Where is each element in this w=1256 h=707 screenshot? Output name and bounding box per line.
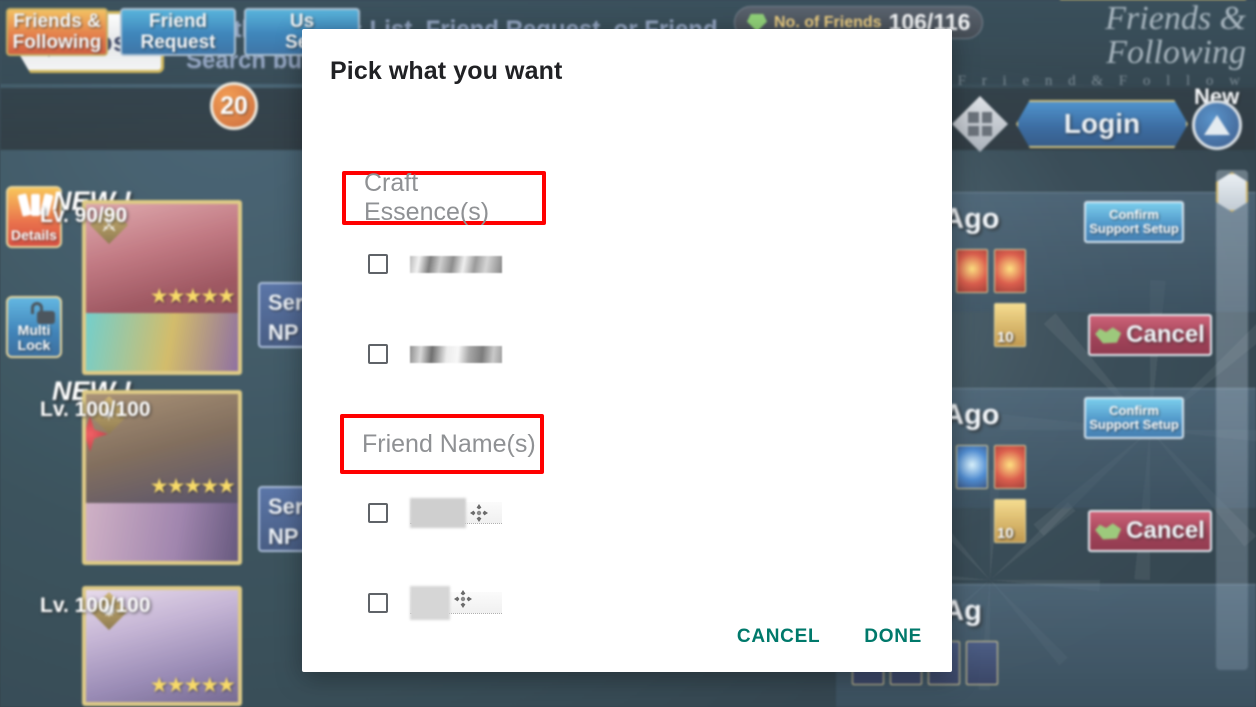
checkbox-friend-name-1[interactable] [368, 503, 388, 523]
craft-essence-field[interactable]: Craft Essence(s) [342, 169, 546, 226]
pick-what-you-want-dialog: Pick what you want Craft Essence(s) Frie… [302, 29, 952, 672]
craft-essence-thumbnail-2 [410, 345, 502, 363]
friend-name-option-2[interactable] [368, 586, 502, 620]
cancel-button[interactable]: CANCEL [727, 616, 830, 658]
redaction-block-1 [410, 498, 466, 528]
friend-name-field-wrap: Friend Name(s) [340, 414, 544, 474]
checkbox-craft-essence-2[interactable] [368, 344, 388, 364]
move-icon-1 [470, 504, 488, 522]
friend-name-label: Friend Name(s) [362, 429, 536, 458]
craft-essence-label: Craft Essence(s) [364, 169, 490, 226]
craft-essence-option-1[interactable] [368, 254, 502, 274]
dialog-title: Pick what you want [330, 57, 563, 85]
redaction-block-2 [410, 586, 450, 620]
dialog-body: Craft Essence(s) Friend Name(s) [302, 139, 952, 620]
friend-name-field[interactable]: Friend Name(s) [340, 414, 544, 474]
friend-name-thumbnail-2 [410, 586, 502, 620]
screen: Details Multi Lock NEW ! ★★★★★ ⚔ Lv. 90/… [0, 0, 1256, 707]
dialog-actions: CANCEL DONE [727, 616, 932, 658]
craft-essence-field-wrap: Craft Essence(s) [342, 169, 546, 226]
friend-name-thumbnail-1 [410, 498, 502, 528]
craft-essence-thumbnail-1 [410, 255, 502, 273]
friend-name-option-1[interactable] [368, 498, 502, 528]
checkbox-craft-essence-1[interactable] [368, 254, 388, 274]
checkbox-friend-name-2[interactable] [368, 593, 388, 613]
move-icon-2 [454, 590, 472, 608]
craft-essence-option-2[interactable] [368, 344, 502, 364]
done-button[interactable]: DONE [854, 616, 932, 658]
